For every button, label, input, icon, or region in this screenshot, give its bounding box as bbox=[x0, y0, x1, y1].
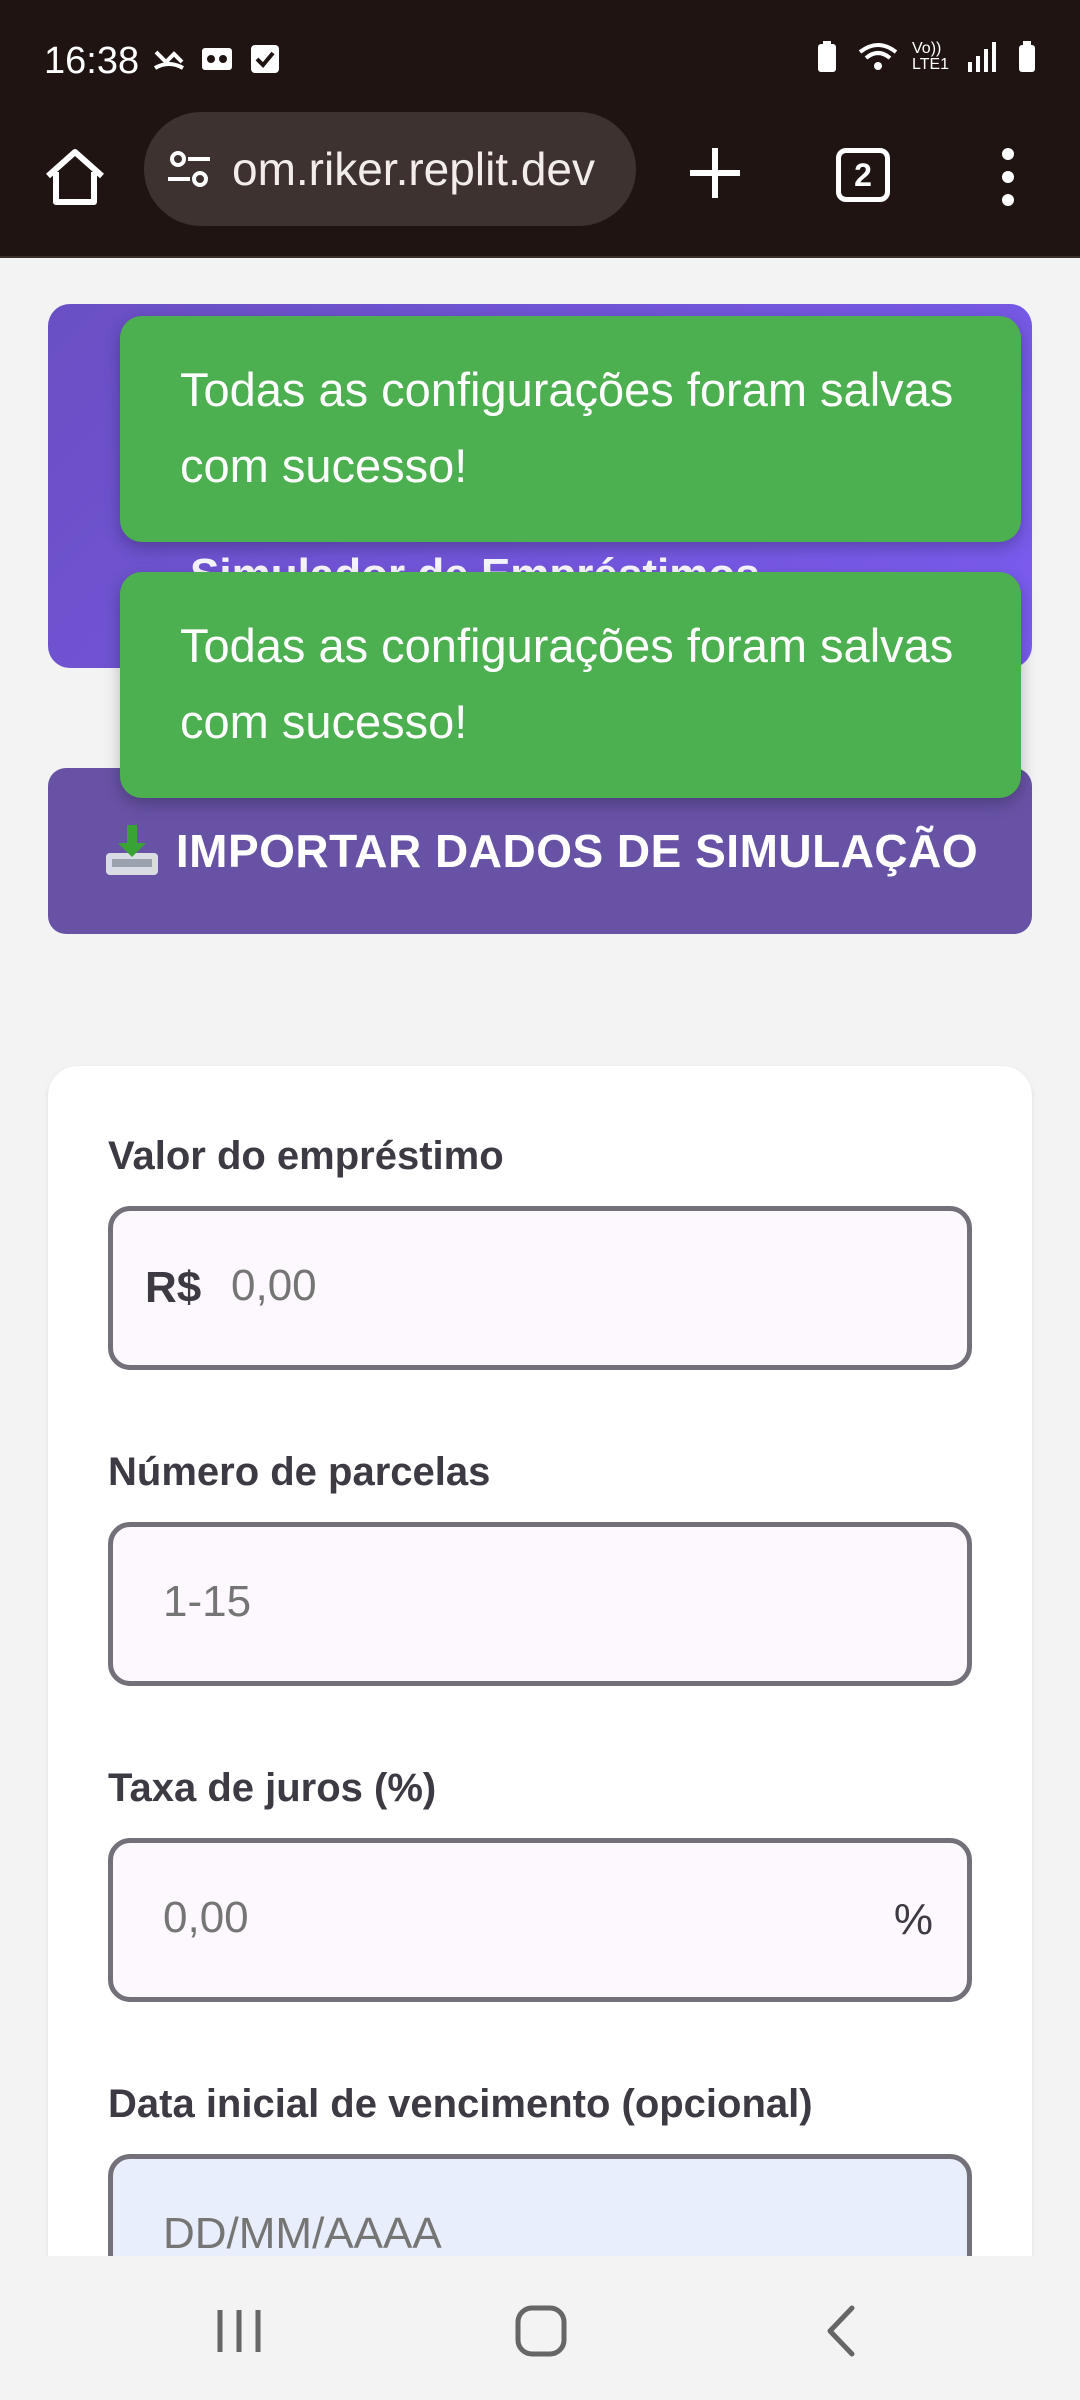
voicemail-icon bbox=[202, 48, 232, 70]
status-left-icons bbox=[152, 42, 282, 76]
battery-icon bbox=[1019, 41, 1035, 72]
home-nav-icon[interactable] bbox=[506, 2296, 576, 2366]
home-icon[interactable] bbox=[40, 142, 110, 212]
new-tab-icon[interactable] bbox=[682, 140, 748, 206]
installments-input[interactable] bbox=[163, 1577, 763, 1627]
web-page: Simulador de Empréstimos IMPORTAR DADOS … bbox=[0, 258, 1080, 2256]
recent-apps-icon[interactable] bbox=[204, 2296, 274, 2366]
site-settings-icon[interactable] bbox=[164, 144, 214, 194]
percent-suffix: % bbox=[893, 1895, 933, 1944]
download-tray-icon bbox=[105, 825, 158, 875]
success-toast[interactable]: Todas as configurações foram salvas com … bbox=[120, 316, 1021, 542]
loan-form-card: Valor do empréstimo R$ Número de parcela… bbox=[48, 1066, 1032, 2256]
status-time: 16:38 bbox=[44, 40, 140, 82]
success-toast[interactable]: Todas as configurações foram salvas com … bbox=[120, 572, 1021, 798]
check-box-icon bbox=[251, 45, 279, 73]
status-right-icons: Vo)) LTE1 bbox=[810, 40, 1044, 74]
interest-rate-input[interactable] bbox=[163, 1893, 763, 1943]
loan-amount-label: Valor do empréstimo bbox=[108, 1134, 504, 1178]
more-options-icon[interactable] bbox=[990, 144, 1026, 210]
missed-call-icon bbox=[154, 50, 184, 70]
due-date-label: Data inicial de vencimento (opcional) bbox=[108, 2082, 813, 2126]
interest-rate-field[interactable]: % bbox=[108, 1838, 972, 2002]
status-bar: 16:38 Vo)) LTE1 bbox=[0, 0, 1080, 118]
due-date-input[interactable] bbox=[163, 2209, 763, 2256]
tab-switcher-button[interactable]: 2 bbox=[836, 148, 890, 202]
due-date-field[interactable] bbox=[108, 2154, 972, 2256]
loan-amount-input[interactable] bbox=[231, 1261, 831, 1311]
installments-field[interactable] bbox=[108, 1522, 972, 1686]
address-bar[interactable]: om.riker.replit.dev bbox=[144, 112, 636, 226]
currency-prefix: R$ bbox=[145, 1263, 202, 1312]
wifi-icon bbox=[858, 43, 898, 70]
network-type-label: Vo)) LTE1 bbox=[912, 40, 950, 73]
url-text[interactable]: om.riker.replit.dev bbox=[232, 142, 627, 196]
import-button-label: IMPORTAR DADOS DE SIMULAÇÃO bbox=[175, 825, 979, 877]
interest-rate-label: Taxa de juros (%) bbox=[108, 1766, 437, 1810]
browser-toolbar: om.riker.replit.dev 2 bbox=[0, 112, 1080, 258]
back-icon[interactable] bbox=[808, 2296, 878, 2366]
loan-amount-field[interactable]: R$ bbox=[108, 1206, 972, 1370]
signal-icon bbox=[968, 42, 996, 72]
installments-label: Número de parcelas bbox=[108, 1450, 491, 1494]
battery-saver-icon bbox=[818, 41, 836, 72]
system-navigation-bar bbox=[0, 2256, 1080, 2400]
